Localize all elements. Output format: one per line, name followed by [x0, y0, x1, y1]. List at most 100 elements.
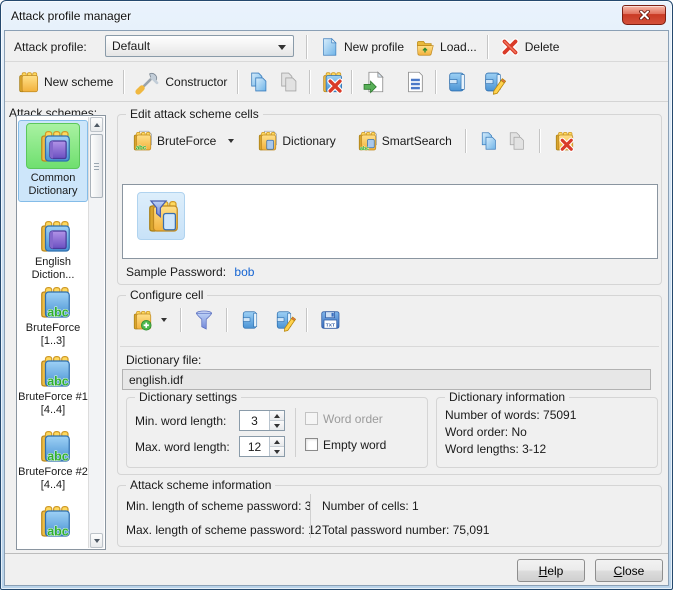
delete-red-x-icon: [499, 36, 521, 58]
new-scheme-button[interactable]: New scheme: [9, 67, 118, 97]
help-button[interactable]: Help: [517, 559, 585, 582]
copy-scheme-button[interactable]: [244, 67, 274, 97]
word-order-checkbox: [305, 412, 318, 425]
dictionary-settings-title: Dictionary settings: [135, 390, 241, 404]
copy-cell-button[interactable]: [475, 127, 503, 155]
dictionary-cell-icon: [254, 129, 278, 153]
list-item-bruteforce-num1[interactable]: BruteForce #1 [4..4]: [18, 351, 88, 417]
paste-disabled-icon: [505, 129, 529, 153]
report-button[interactable]: [400, 67, 430, 97]
arrow-up-icon: [274, 440, 280, 444]
paste-cell-button[interactable]: [503, 127, 531, 155]
attack-profile-select[interactable]: Default: [105, 35, 294, 57]
filter-button[interactable]: [190, 306, 218, 334]
stepper-down-button[interactable]: [270, 421, 284, 430]
chevron-down-icon: [278, 45, 286, 50]
list-item-english-dictionary[interactable]: English Diction...: [18, 216, 88, 282]
edit-scheme-button[interactable]: [478, 67, 508, 97]
arrow-up-icon: [274, 414, 280, 418]
max-scheme-password-text: Max. length of scheme password: 12: [126, 523, 321, 537]
scheme-toolbar: New scheme Constructor: [5, 62, 668, 102]
titlebar[interactable]: Attack profile manager: [1, 1, 672, 30]
add-folder-plus-icon: [129, 308, 153, 332]
close-button[interactable]: Close: [595, 559, 663, 582]
delete-scheme-button[interactable]: [316, 67, 346, 97]
empty-word-checkbox[interactable]: [305, 438, 318, 451]
word-lengths-text: Word lengths: 3-12: [445, 442, 546, 456]
min-word-length-stepper[interactable]: 3: [239, 410, 285, 431]
load-folder-icon: [414, 36, 436, 58]
list-item-common-dictionary[interactable]: Common Dictionary: [18, 120, 88, 202]
divider: [120, 346, 659, 347]
attack-profile-value: Default: [106, 39, 150, 53]
add-dictionary-file-button[interactable]: [124, 306, 172, 334]
scrollbar-thumb[interactable]: [90, 134, 103, 198]
view-dictionary-button[interactable]: [236, 306, 264, 334]
edit-book-pencil-icon: [272, 308, 296, 332]
attack-profile-bar: Attack profile: Default New profile Load…: [5, 31, 668, 62]
blue-book-icon: [238, 308, 262, 332]
load-profile-button[interactable]: Load...: [409, 34, 482, 60]
stepper-buttons[interactable]: [269, 411, 284, 430]
add-dictionary-cell-button[interactable]: Dictionary: [249, 127, 340, 155]
attack-profile-label: Attack profile:: [14, 40, 87, 54]
scroll-down-button[interactable]: [90, 533, 103, 548]
add-bruteforce-cell-button[interactable]: BruteForce: [124, 127, 239, 155]
stepper-up-button[interactable]: [270, 411, 284, 421]
chevron-down-icon: [161, 318, 167, 322]
stepper-buttons[interactable]: [269, 437, 284, 456]
delete-cell-button[interactable]: [549, 127, 577, 155]
dictionary-settings-group: Dictionary settings Min. word length: 3 …: [126, 397, 428, 468]
scheme-information-title: Attack scheme information: [126, 478, 275, 492]
stepper-down-button[interactable]: [270, 447, 284, 456]
number-of-words-text: Number of words: 75091: [445, 408, 576, 422]
scroll-up-button[interactable]: [90, 117, 103, 132]
new-profile-button[interactable]: New profile: [313, 34, 409, 60]
list-scrollbar[interactable]: [88, 117, 104, 548]
sample-password-row: Sample Password: bob: [126, 265, 254, 279]
sample-password-value: bob: [234, 265, 254, 279]
divider: [310, 494, 311, 538]
divider: [295, 408, 296, 457]
save-as-txt-button[interactable]: [316, 306, 344, 334]
max-word-length-label: Max. word length:: [135, 440, 230, 454]
list-item-bruteforce-num2[interactable]: BruteForce #2 [4..4]: [18, 426, 88, 492]
arrow-down-icon: [94, 539, 100, 543]
max-word-length-stepper[interactable]: 12: [239, 436, 285, 457]
add-smartsearch-cell-button[interactable]: SmartSearch: [349, 127, 457, 155]
paste-scheme-button[interactable]: [274, 67, 304, 97]
dictionary-folder-icon: [33, 126, 73, 166]
delete-profile-button[interactable]: Delete: [494, 34, 565, 60]
attack-schemes-list[interactable]: Common Dictionary English Diction... Bru…: [16, 115, 106, 550]
list-item-bruteforce-1-3[interactable]: BruteForce [1..3]: [18, 282, 88, 348]
copy-icon: [477, 129, 501, 153]
selected-green-highlight: [26, 123, 80, 169]
arrow-up-icon: [94, 123, 100, 127]
min-scheme-password-text: Min. length of scheme password: 3: [126, 499, 311, 513]
constructor-button[interactable]: Constructor: [130, 67, 232, 97]
min-word-length-value: 3: [240, 411, 269, 430]
dictionary-folder-icon: [33, 216, 73, 256]
cell-funnel-folder-icon: [141, 196, 181, 236]
empty-word-checkbox-row[interactable]: Empty word: [305, 438, 386, 452]
dictionary-file-value: english.idf: [129, 373, 183, 387]
close-icon: [638, 10, 651, 20]
cell-item-dictionary[interactable]: [137, 192, 185, 240]
abc-folder-icon: [33, 351, 73, 391]
constructor-tools-icon: [135, 69, 161, 95]
dictionary-file-field[interactable]: english.idf: [122, 369, 651, 390]
total-password-number-text: Total password number: 75,091: [322, 523, 489, 537]
stepper-up-button[interactable]: [270, 437, 284, 447]
sample-password-label: Sample Password:: [126, 265, 226, 279]
toolbar-separator: [351, 70, 353, 94]
list-item-clipped[interactable]: [18, 501, 88, 541]
import-scheme-button[interactable]: [358, 67, 388, 97]
toolbar-separator: [539, 129, 541, 153]
view-scheme-button[interactable]: [442, 67, 472, 97]
edit-dictionary-button[interactable]: [270, 306, 298, 334]
blue-book-icon: [444, 69, 470, 95]
close-window-button[interactable]: [622, 5, 666, 25]
smartsearch-cell-icon: [354, 129, 378, 153]
toolbar-separator: [226, 308, 228, 332]
scheme-cells-canvas[interactable]: [122, 184, 658, 259]
